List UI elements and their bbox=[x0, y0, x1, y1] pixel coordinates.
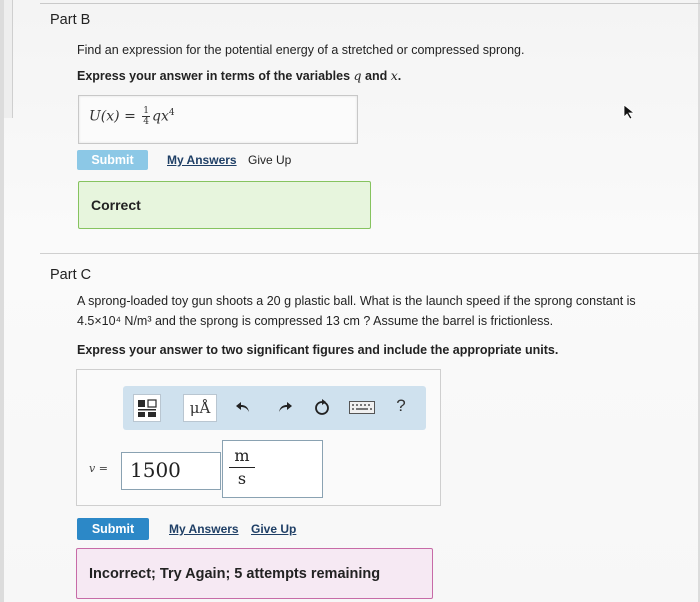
redo-icon[interactable] bbox=[276, 400, 292, 414]
part-b-instruction: Express your answer in terms of the vari… bbox=[77, 68, 401, 83]
help-icon[interactable]: ? bbox=[391, 396, 411, 416]
undo-icon[interactable] bbox=[236, 400, 252, 414]
fraction-denominator: 4 bbox=[143, 117, 149, 127]
units-button[interactable]: μÅ bbox=[183, 394, 217, 422]
part-c-submit-button[interactable]: Submit bbox=[77, 518, 149, 540]
part-c-give-up-link[interactable]: Give Up bbox=[251, 522, 296, 536]
units-input[interactable]: m s bbox=[222, 440, 323, 498]
part-c-prompt-line2: 4.5×10⁴ N/m³ and the sprong is compresse… bbox=[77, 314, 554, 328]
answer-rhs: qx bbox=[151, 108, 169, 125]
unit-fraction: m s bbox=[229, 445, 255, 490]
feedback-text: Correct bbox=[91, 197, 141, 213]
part-b-my-answers-link[interactable]: My Answers bbox=[167, 153, 237, 167]
fraction-numerator: 1 bbox=[142, 106, 150, 117]
instruction-and: and bbox=[361, 69, 391, 83]
mouse-cursor-icon bbox=[623, 104, 636, 120]
answer-expression: U(x) = 1 4 qx4 bbox=[89, 106, 175, 127]
instruction-period: . bbox=[397, 69, 402, 83]
reset-icon[interactable] bbox=[313, 398, 331, 416]
feedback-text: Incorrect; Try Again; 5 attempts remaini… bbox=[89, 566, 381, 582]
left-panel-edge bbox=[4, 0, 13, 118]
part-b-submit-button[interactable]: Submit bbox=[77, 150, 148, 170]
part-b-feedback-correct: Correct bbox=[78, 181, 371, 229]
instruction-prefix: Express your answer in terms of the vari… bbox=[77, 69, 354, 83]
part-c-instruction: Express your answer to two significant f… bbox=[77, 343, 559, 357]
math-toolbar: μÅ ? bbox=[123, 386, 426, 430]
variable-v-label: v = bbox=[89, 462, 108, 475]
part-b-prompt: Find an expression for the potential ene… bbox=[77, 43, 525, 57]
unit-denominator: s bbox=[237, 469, 247, 488]
units-label: μÅ bbox=[189, 399, 211, 417]
section-divider bbox=[40, 253, 700, 254]
part-c-feedback-incorrect: Incorrect; Try Again; 5 attempts remaini… bbox=[76, 548, 433, 599]
answer-fraction: 14 bbox=[142, 106, 150, 127]
part-b-title: Part B bbox=[50, 12, 91, 28]
part-c-my-answers-link[interactable]: My Answers bbox=[169, 522, 239, 536]
unit-numerator: m bbox=[229, 445, 255, 468]
top-divider bbox=[40, 3, 700, 4]
part-c-prompt-line1: A sprong-loaded toy gun shoots a 20 g pl… bbox=[77, 294, 636, 308]
keyboard-icon[interactable] bbox=[349, 401, 375, 414]
variable-q: q bbox=[353, 68, 362, 83]
value-text: 1500 bbox=[130, 458, 181, 482]
answer-exponent: 4 bbox=[168, 107, 175, 118]
templates-button[interactable] bbox=[133, 394, 161, 422]
part-c-title: Part C bbox=[50, 267, 92, 283]
templates-icon bbox=[138, 399, 157, 417]
value-input[interactable]: 1500 bbox=[121, 452, 221, 490]
part-b-answer-field[interactable]: U(x) = 1 4 qx4 bbox=[78, 95, 358, 144]
part-b-give-up-link[interactable]: Give Up bbox=[248, 153, 291, 167]
answer-lhs: U(x) = bbox=[89, 108, 141, 125]
variable-x: x bbox=[390, 68, 398, 83]
